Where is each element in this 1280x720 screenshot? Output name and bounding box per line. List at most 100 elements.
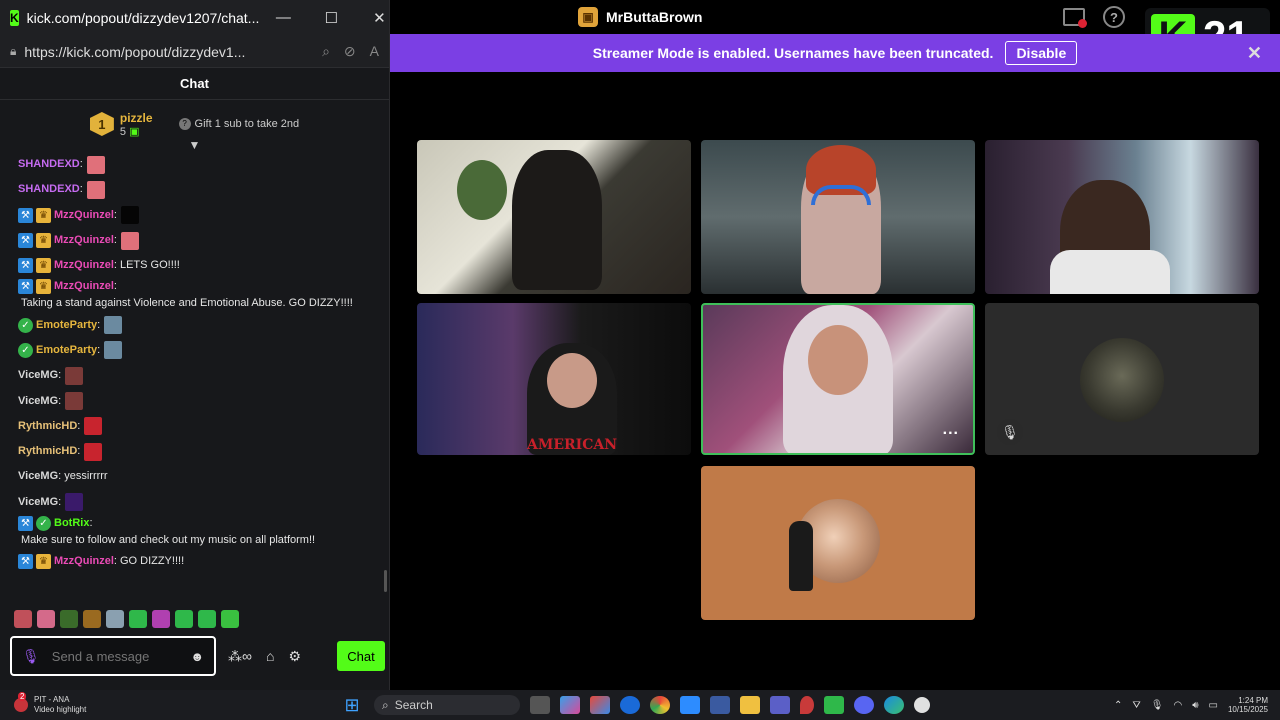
chat-emote[interactable] [120,206,139,225]
quick-emote[interactable] [221,610,239,628]
mic-icon[interactable]: 🎙︎ [22,648,40,665]
chat-emote[interactable] [84,417,103,436]
video-tile[interactable] [701,140,975,294]
minimize-icon[interactable]: — [259,9,307,27]
taskbar-search[interactable]: ⌕ Search [374,695,520,715]
chat-emote[interactable] [84,442,103,461]
chat-username[interactable]: EmoteParty [36,317,97,334]
chat-username[interactable]: RythmicHD [18,443,77,460]
quick-emote[interactable] [175,610,193,628]
chat-message-text: Make sure to follow and check out my mus… [21,533,316,546]
address-bar[interactable]: 🔒︎ https://kick.com/popout/dizzydev1... … [0,36,389,68]
streamer-mode-banner: Streamer Mode is enabled. Usernames have… [390,34,1280,72]
banner-close-icon[interactable]: ✕ [1247,43,1262,64]
quick-emote[interactable] [152,610,170,628]
quick-emote[interactable] [106,610,124,628]
chat-username[interactable]: MzzQuinzel [54,207,114,224]
chat-emote[interactable] [104,341,123,360]
collapse-icon[interactable]: ▼ [0,139,389,151]
username-separator: : [97,343,101,356]
wifi-icon[interactable]: ◠ [1173,700,1182,711]
chat-username[interactable]: ViceMG [18,393,58,410]
quick-emote[interactable] [83,610,101,628]
chat-emote[interactable] [86,155,105,174]
chat-username[interactable]: MzzQuinzel [54,553,114,570]
quick-emote[interactable] [198,610,216,628]
chat-username[interactable]: ViceMG [18,367,58,384]
discord-icon[interactable] [854,696,874,714]
chat-username[interactable]: MzzQuinzel [54,278,114,295]
copilot-icon[interactable] [560,696,580,714]
video-tile[interactable] [701,466,975,620]
chat-username[interactable]: ViceMG [18,468,58,485]
zoom-icon[interactable] [680,696,700,714]
chat-username[interactable]: EmoteParty [36,342,97,359]
video-tile[interactable]: 🎙︎ [985,303,1259,455]
file-explorer-icon[interactable] [740,696,760,714]
video-tile[interactable] [417,140,691,294]
chat-send-button[interactable]: Chat [337,641,385,671]
username-separator: : [58,470,62,483]
edge-icon[interactable] [884,696,904,714]
quick-emote[interactable] [60,610,78,628]
video-tile-active[interactable]: ... [701,303,975,455]
chat-emote[interactable] [65,392,84,411]
store-icon[interactable] [710,696,730,714]
screen-share-icon[interactable] [1063,8,1087,28]
chat-username[interactable]: ViceMG [18,494,58,511]
tray-mic-icon[interactable]: 🎙︎ [1151,700,1164,711]
quick-emote[interactable] [14,610,32,628]
zoom-icon[interactable]: ⌕ [322,43,330,60]
video-tile[interactable]: AMERICAN [417,303,691,455]
chat-emote[interactable] [120,231,139,250]
read-aloud-icon[interactable]: A [370,43,379,60]
chat-username[interactable]: RythmicHD [18,418,77,435]
office-icon[interactable] [590,696,610,714]
emoji-icon[interactable]: ☻ [190,649,204,664]
username-separator: : [113,234,117,247]
quick-emote[interactable] [129,610,147,628]
tray-chevron-icon[interactable]: ⌃ [1114,700,1122,711]
hp-icon[interactable] [620,696,640,714]
gift-sub-prompt[interactable]: ? Gift 1 sub to take 2nd [178,118,299,130]
moderator-badge-icon: ⚒ [18,554,33,569]
teams-icon[interactable] [770,696,790,714]
chat-username[interactable]: SHANDEXD [18,156,80,173]
obs-icon[interactable] [914,697,930,713]
video-tile[interactable] [985,140,1259,294]
battery-icon[interactable]: ▭ [1209,700,1218,711]
windows-start-icon[interactable]: ⊞ [340,695,364,716]
chat-username[interactable]: SHANDEXD [18,181,80,198]
message-input[interactable] [51,648,172,664]
leader-username[interactable]: pizzle [120,111,153,125]
disable-button[interactable]: Disable [1005,41,1078,65]
chat-scrollbar[interactable] [384,170,387,600]
maximize-icon[interactable]: ☐ [307,9,355,27]
chat-username[interactable]: MzzQuinzel [54,232,114,249]
task-view-icon[interactable] [530,696,550,714]
taskbar-notification[interactable]: 2 PIT - ANA Video highlight [0,692,340,715]
mascot-icon [789,521,813,591]
quick-emote[interactable] [37,610,55,628]
app-icon[interactable] [824,696,844,714]
tracking-icon[interactable]: ⊘ [344,43,356,60]
volume-icon[interactable]: 🔊︎ [1192,700,1198,711]
more-options-icon[interactable]: ... [943,421,959,439]
chat-emote[interactable] [65,366,84,385]
message-field[interactable]: 🎙︎ ☻ [10,636,216,676]
verified-badge-icon: ✓ [18,317,33,333]
chat-emote[interactable] [65,493,84,512]
chat-emote[interactable] [86,180,105,199]
chat-emote[interactable] [104,316,123,335]
chat-settings-icon[interactable]: ⚙ [288,648,301,665]
maps-icon[interactable] [800,696,814,714]
gift-shop-icon[interactable]: ⌂ [266,648,274,665]
chrome-icon[interactable] [650,696,670,714]
tray-app-icon[interactable]: ⛛ [1132,700,1140,711]
emote-picker-icon[interactable]: ⁂∞ [228,648,252,665]
chat-username[interactable]: BotRix [54,515,89,532]
chat-username[interactable]: MzzQuinzel [54,257,114,274]
clock[interactable]: 1:24 PM 10/15/2025 [1228,696,1268,714]
chat-message: ViceMG: yessirrrrr [18,464,371,489]
help-icon[interactable]: ? [1103,6,1125,28]
